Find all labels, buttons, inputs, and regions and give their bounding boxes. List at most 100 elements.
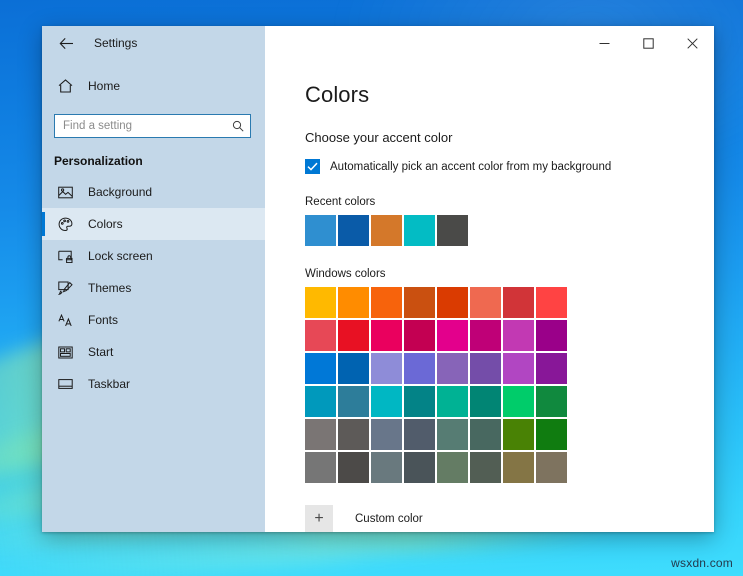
- recent-color-swatch[interactable]: [404, 215, 435, 246]
- windows-color-swatch[interactable]: [404, 353, 435, 384]
- search-icon: [232, 120, 244, 132]
- windows-color-swatch[interactable]: [371, 353, 402, 384]
- settings-sidebar: Home Personalization: [42, 60, 265, 532]
- recent-color-swatch[interactable]: [437, 215, 468, 246]
- background-image-icon: [54, 186, 76, 199]
- windows-color-swatch[interactable]: [536, 353, 567, 384]
- sidebar-item-lock-screen[interactable]: Lock screen: [42, 240, 265, 272]
- sidebar-section-heading: Personalization: [54, 154, 143, 168]
- windows-color-swatch[interactable]: [437, 287, 468, 318]
- windows-color-swatch[interactable]: [305, 320, 336, 351]
- windows-color-swatch[interactable]: [305, 287, 336, 318]
- sidebar-item-background[interactable]: Background: [42, 176, 265, 208]
- windows-colors-label: Windows colors: [305, 268, 386, 280]
- windows-color-swatch[interactable]: [437, 452, 468, 483]
- sidebar-item-label: Colors: [88, 217, 123, 231]
- windows-color-swatch[interactable]: [503, 287, 534, 318]
- windows-color-swatch[interactable]: [470, 419, 501, 450]
- windows-color-swatch[interactable]: [338, 353, 369, 384]
- windows-color-swatch[interactable]: [371, 287, 402, 318]
- close-button[interactable]: [670, 26, 714, 60]
- accent-section-heading: Choose your accent color: [305, 130, 453, 145]
- back-arrow-icon[interactable]: [54, 31, 78, 55]
- windows-color-swatch[interactable]: [536, 419, 567, 450]
- fonts-icon: [54, 313, 76, 327]
- custom-color-plus-icon[interactable]: +: [305, 505, 333, 532]
- desktop-background: wsxdn.com Settings Home Find a setting P…: [0, 0, 743, 576]
- recent-color-swatch[interactable]: [371, 215, 402, 246]
- auto-accent-checkbox-row[interactable]: Automatically pick an accent color from …: [305, 159, 611, 174]
- sidebar-item-colors[interactable]: Colors: [42, 208, 265, 240]
- windows-color-swatch[interactable]: [371, 320, 402, 351]
- windows-color-swatch[interactable]: [404, 386, 435, 417]
- windows-color-swatch[interactable]: [470, 320, 501, 351]
- maximize-button[interactable]: [626, 26, 670, 60]
- windows-color-swatch[interactable]: [503, 419, 534, 450]
- windows-colors-grid: [305, 287, 714, 483]
- windows-color-swatch[interactable]: [305, 419, 336, 450]
- sidebar-item-home[interactable]: Home: [42, 70, 265, 102]
- page-title: Colors: [305, 82, 370, 107]
- windows-color-swatch[interactable]: [503, 386, 534, 417]
- windows-color-swatch[interactable]: [371, 419, 402, 450]
- window-titlebar: Settings: [42, 26, 714, 60]
- windows-color-swatch[interactable]: [371, 452, 402, 483]
- windows-color-swatch[interactable]: [437, 419, 468, 450]
- windows-color-swatch[interactable]: [437, 386, 468, 417]
- sidebar-item-fonts[interactable]: Fonts: [42, 304, 265, 336]
- windows-color-swatch[interactable]: [536, 320, 567, 351]
- settings-content: Colors Choose your accent color Automati…: [265, 60, 714, 532]
- windows-color-swatch[interactable]: [305, 452, 336, 483]
- windows-color-swatch[interactable]: [338, 386, 369, 417]
- windows-color-swatch[interactable]: [371, 386, 402, 417]
- windows-color-swatch[interactable]: [305, 353, 336, 384]
- recent-color-swatch[interactable]: [305, 215, 336, 246]
- recent-color-swatch[interactable]: [338, 215, 369, 246]
- windows-color-swatch[interactable]: [338, 320, 369, 351]
- windows-color-swatch[interactable]: [404, 287, 435, 318]
- windows-color-swatch[interactable]: [503, 353, 534, 384]
- auto-accent-label: Automatically pick an accent color from …: [330, 160, 612, 173]
- windows-color-swatch[interactable]: [338, 419, 369, 450]
- sidebar-item-label: Home: [88, 79, 121, 93]
- sidebar-item-label: Lock screen: [88, 249, 153, 263]
- site-watermark: wsxdn.com: [671, 556, 733, 570]
- sidebar-item-taskbar[interactable]: Taskbar: [42, 368, 265, 400]
- windows-color-swatch[interactable]: [470, 353, 501, 384]
- windows-color-swatch[interactable]: [338, 452, 369, 483]
- search-input[interactable]: [63, 120, 232, 132]
- auto-accent-checkbox[interactable]: [305, 159, 320, 174]
- windows-color-swatch[interactable]: [437, 320, 468, 351]
- recent-colors-grid: [305, 215, 714, 246]
- windows-color-swatch[interactable]: [470, 386, 501, 417]
- sidebar-item-themes[interactable]: Themes: [42, 272, 265, 304]
- sidebar-item-label: Themes: [88, 281, 132, 295]
- windows-color-swatch[interactable]: [470, 287, 501, 318]
- sidebar-item-start[interactable]: Start: [42, 336, 265, 368]
- home-icon: [54, 79, 76, 93]
- windows-color-swatch[interactable]: [536, 452, 567, 483]
- windows-color-swatch[interactable]: [536, 386, 567, 417]
- windows-color-swatch[interactable]: [437, 353, 468, 384]
- settings-window: Settings Home Find a setting Personaliza…: [42, 26, 714, 532]
- windows-color-swatch[interactable]: [338, 287, 369, 318]
- minimize-button[interactable]: [582, 26, 626, 60]
- lock-screen-icon: [54, 250, 76, 263]
- search-box[interactable]: [54, 114, 251, 138]
- windows-color-swatch[interactable]: [404, 320, 435, 351]
- sidebar-item-label: Background: [88, 185, 153, 199]
- windows-color-swatch[interactable]: [305, 386, 336, 417]
- palette-icon: [54, 217, 76, 232]
- windows-color-swatch[interactable]: [503, 452, 534, 483]
- window-title: Settings: [94, 36, 138, 50]
- windows-color-swatch[interactable]: [536, 287, 567, 318]
- custom-color-row[interactable]: + Custom color: [305, 505, 423, 532]
- start-tiles-icon: [54, 346, 76, 359]
- windows-color-swatch[interactable]: [470, 452, 501, 483]
- windows-color-swatch[interactable]: [503, 320, 534, 351]
- windows-color-swatch[interactable]: [404, 419, 435, 450]
- window-controls: [265, 26, 714, 60]
- taskbar-icon: [54, 378, 76, 390]
- titlebar-left-region: Settings: [42, 26, 265, 60]
- windows-color-swatch[interactable]: [404, 452, 435, 483]
